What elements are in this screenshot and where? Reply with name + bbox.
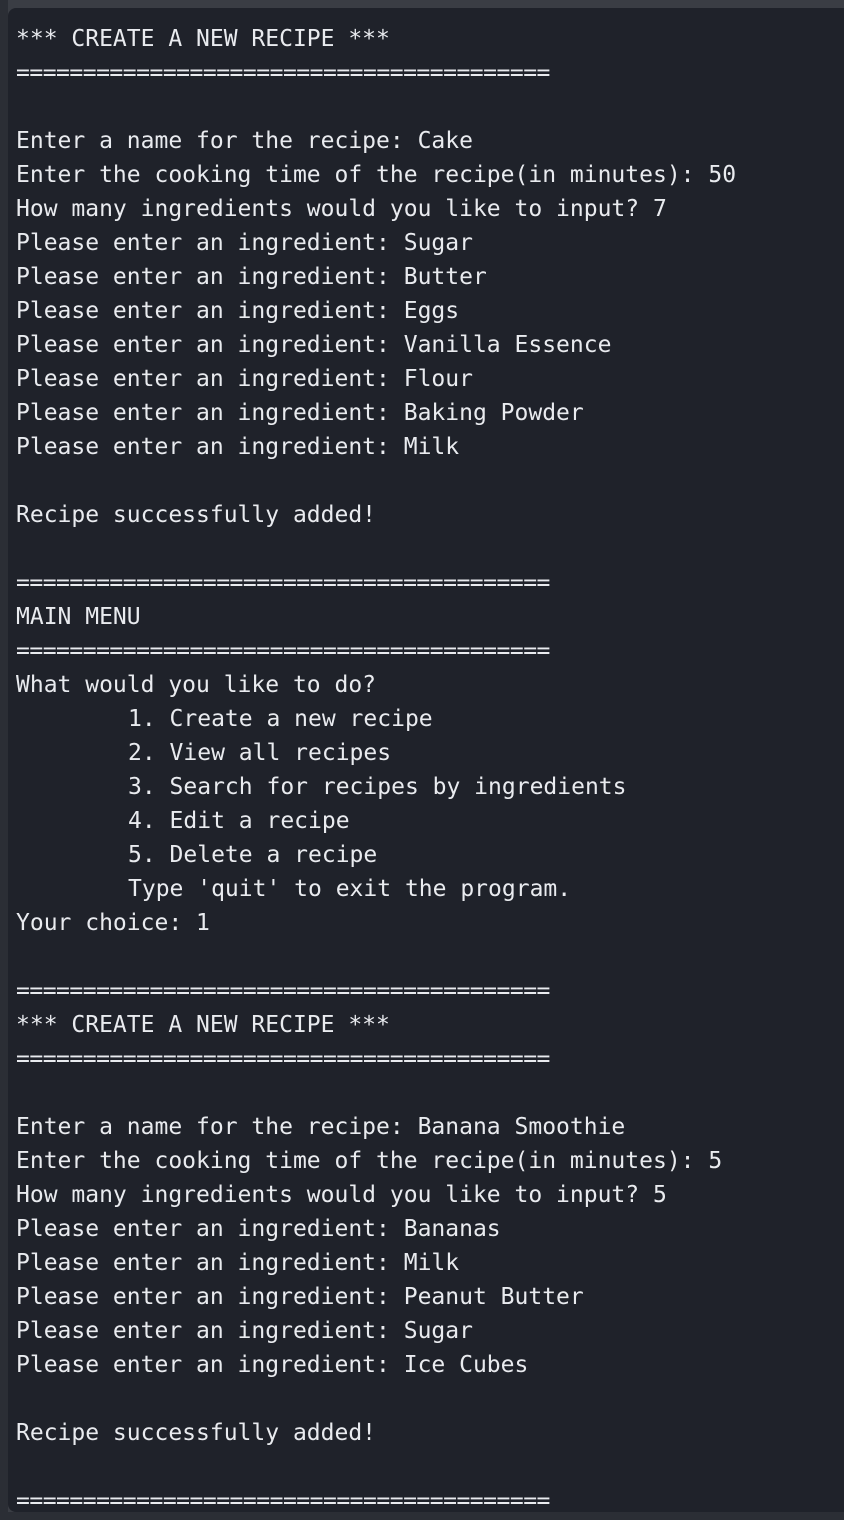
terminal-line: What would you like to do? [16,672,377,698]
terminal-line: Enter the cooking time of the recipe(in … [16,162,737,188]
terminal-line: How many ingredients would you like to i… [16,196,667,222]
terminal-line: Enter a name for the recipe: Banana Smoo… [16,1114,626,1140]
terminal-line: Please enter an ingredient: Ice Cubes [16,1352,529,1378]
menu-option-line: 3. Search for recipes by ingredients [128,774,627,800]
terminal-line: Recipe successfully added! [16,502,377,528]
terminal-line: Please enter an ingredient: Vanilla Esse… [16,332,612,358]
terminal-line: Please enter an ingredient: Sugar [16,230,473,256]
terminal-line: Please enter an ingredient: Eggs [16,298,460,324]
terminal-line: Your choice: 1 [16,910,210,936]
terminal-line: Please enter an ingredient: Peanut Butte… [16,1284,584,1310]
terminal-line: Please enter an ingredient: Milk [16,1250,460,1276]
menu-option-line: 2. View all recipes [128,740,392,766]
taskbar-edge [0,1512,844,1520]
terminal-line: Recipe successfully added! [16,1420,377,1446]
separator-line: ======================================== [16,60,550,86]
separator-line: ======================================== [16,978,550,1004]
separator-line: ======================================== [16,1046,550,1072]
terminal-line: Enter a name for the recipe: Cake [16,128,473,154]
terminal-line: Please enter an ingredient: Sugar [16,1318,473,1344]
separator-line: ======================================== [16,1488,550,1512]
separator-line: ======================================== [16,638,550,664]
terminal-output[interactable]: *** CREATE A NEW RECIPE *** =============… [16,22,844,1512]
menu-option-line: 4. Edit a recipe [128,808,350,834]
separator-line: ======================================== [16,570,550,596]
terminal-line: Please enter an ingredient: Baking Powde… [16,400,584,426]
terminal-line: Please enter an ingredient: Butter [16,264,487,290]
terminal-window[interactable]: *** CREATE A NEW RECIPE *** =============… [8,8,844,1512]
menu-option-line: 1. Create a new recipe [128,706,433,732]
terminal-line: *** CREATE A NEW RECIPE *** [16,1012,390,1038]
terminal-line: Please enter an ingredient: Milk [16,434,460,460]
terminal-line: Please enter an ingredient: Bananas [16,1216,501,1242]
terminal-line: How many ingredients would you like to i… [16,1182,667,1208]
terminal-line: *** CREATE A NEW RECIPE *** [16,26,390,52]
menu-option-line: Type 'quit' to exit the program. [128,876,572,902]
menu-option-line: 5. Delete a recipe [128,842,378,868]
terminal-line: MAIN MENU [16,604,141,630]
window-edge [0,0,8,1520]
terminal-line: Enter the cooking time of the recipe(in … [16,1148,723,1174]
terminal-line: Please enter an ingredient: Flour [16,366,473,392]
